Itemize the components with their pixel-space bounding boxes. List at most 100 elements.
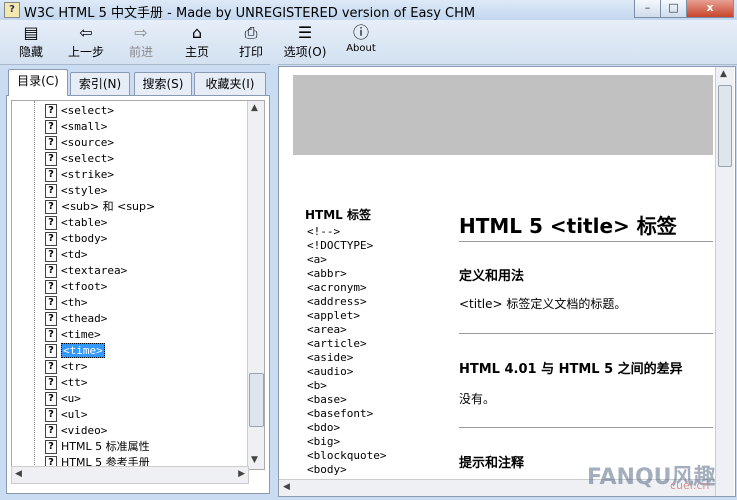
sidebar-tag-link[interactable]: <base>: [307, 393, 347, 406]
scroll-right-icon[interactable]: ▶: [238, 469, 245, 479]
sidebar-tag-link[interactable]: <bdo>: [307, 421, 340, 434]
home-label: 主页: [184, 45, 209, 59]
tab-contents[interactable]: 目录(C): [8, 69, 68, 96]
tree-item[interactable]: ? <tt>: [45, 375, 88, 391]
watermark-subtext: cuel.cn: [670, 479, 710, 492]
pane-splitter[interactable]: [270, 64, 278, 500]
tree-item[interactable]: ? <td>: [45, 247, 88, 263]
home-button[interactable]: ⌂ 主页: [180, 23, 214, 63]
help-page-icon: ?: [45, 408, 57, 422]
tree-item-label: <video>: [61, 424, 108, 437]
tree-item[interactable]: ? <small>: [45, 119, 107, 135]
sidebar-tag-link[interactable]: <basefont>: [307, 407, 373, 420]
maximize-button[interactable]: □: [660, 0, 687, 18]
tree-scroll-thumb[interactable]: [249, 373, 264, 427]
print-icon: ⎙: [244, 23, 258, 42]
sidebar-tag-link[interactable]: <body>: [307, 463, 347, 476]
tree-item[interactable]: ? <tfoot>: [45, 279, 107, 295]
help-page-icon: ?: [45, 104, 57, 118]
divider: [459, 241, 713, 242]
tree-item-label: <textarea>: [61, 264, 128, 277]
close-button[interactable]: x: [686, 0, 734, 18]
tree-item-label: <sub> 和 <sup>: [61, 200, 156, 213]
back-button[interactable]: ⇦ 上一步: [64, 23, 108, 63]
sidebar-tag-link[interactable]: <applet>: [307, 309, 360, 322]
window-title: W3C HTML 5 中文手册 - Made by UNREGISTERED v…: [24, 6, 476, 21]
tree-item-label: <tfoot>: [61, 280, 108, 293]
scroll-up-icon[interactable]: ▲: [720, 69, 727, 79]
section-definition-title: 定义和用法: [459, 269, 525, 284]
tab-favorites[interactable]: 收藏夹(I): [194, 72, 266, 95]
tree-item[interactable]: ? <style>: [45, 183, 107, 199]
sidebar-tag-link[interactable]: <aside>: [307, 351, 353, 364]
tree-item[interactable]: ? <source>: [45, 135, 114, 151]
help-page-icon: ?: [45, 168, 57, 182]
section-differences-text: 没有。: [459, 392, 496, 406]
tree-item[interactable]: ? <ul>: [45, 407, 88, 423]
scroll-down-icon[interactable]: ▼: [251, 455, 258, 465]
tree-item[interactable]: ? HTML 5 标准属性: [45, 439, 150, 455]
tree-item-label: <th>: [61, 296, 88, 309]
sidebar-tag-link[interactable]: <blockquote>: [307, 449, 386, 462]
scroll-up-icon[interactable]: ▲: [251, 103, 258, 113]
sidebar-tag-link[interactable]: <!-->: [307, 225, 340, 238]
tree-vertical-scrollbar[interactable]: ▲ ▼: [247, 101, 264, 469]
tree-item[interactable]: ? <video>: [45, 423, 107, 439]
help-page-icon: ?: [45, 424, 57, 438]
tree-item[interactable]: ? <sub> 和 <sup>: [45, 199, 155, 215]
tree-item[interactable]: ? <th>: [45, 295, 88, 311]
content-vertical-scrollbar[interactable]: ▲: [715, 67, 734, 496]
tab-index[interactable]: 索引(N): [70, 72, 130, 95]
help-page-icon: ?: [45, 120, 57, 134]
about-button[interactable]: ⓘ About: [342, 23, 380, 63]
sidebar-tag-link[interactable]: <address>: [307, 295, 367, 308]
tree-item[interactable]: ? <select>: [45, 103, 114, 119]
options-button[interactable]: ☰ 选项(O): [282, 23, 328, 63]
tree-item-label: <time>: [61, 343, 105, 358]
tree-horizontal-scrollbar[interactable]: ◀ ▶: [11, 466, 249, 484]
tree-item[interactable]: ? <strike>: [45, 167, 114, 183]
tree-item[interactable]: ? <textarea>: [45, 263, 127, 279]
tree-item-label: HTML 5 标准属性: [61, 440, 150, 453]
help-page-icon: ?: [45, 376, 57, 390]
help-page-icon: ?: [45, 344, 57, 358]
forward-arrow-icon: ⇨: [134, 23, 148, 42]
tree-item[interactable]: ? <time>: [45, 327, 101, 343]
tree-item[interactable]: ? <select>: [45, 151, 114, 167]
section-tips-title: 提示和注释: [459, 456, 525, 471]
navigation-pane: 目录(C) 索引(N) 搜索(S) 收藏夹(I) ? <select>? <smal…: [6, 68, 270, 494]
content-pane: HTML 标签 <!--> <!DOCTYPE> <a> <abbr> <acronym…: [278, 66, 736, 497]
tree-item[interactable]: ? <u>: [45, 391, 81, 407]
contents-tree[interactable]: ? <select>? <small>? <source>? <select>? <str…: [11, 100, 265, 470]
sidebar-tag-link[interactable]: <article>: [307, 337, 367, 350]
tree-item[interactable]: ? <thead>: [45, 311, 107, 327]
hide-button[interactable]: ▤ 隐藏: [14, 23, 48, 63]
header-banner: [293, 75, 713, 155]
sidebar-tag-link[interactable]: <abbr>: [307, 267, 347, 280]
sidebar-tag-link[interactable]: <area>: [307, 323, 347, 336]
watermark-logo: FANQU风趣 cuel.cn: [575, 455, 737, 500]
help-page-icon: ?: [45, 232, 57, 246]
print-button[interactable]: ⎙ 打印: [234, 23, 268, 63]
sidebar-tag-link[interactable]: <!DOCTYPE>: [307, 239, 373, 252]
sidebar-tag-link[interactable]: <b>: [307, 379, 327, 392]
sidebar-tag-link[interactable]: <audio>: [307, 365, 353, 378]
sidebar-tag-link[interactable]: <a>: [307, 253, 327, 266]
scroll-left-icon[interactable]: ◀: [15, 469, 22, 479]
sidebar-title: HTML 标签: [305, 208, 371, 222]
tab-search[interactable]: 搜索(S): [134, 72, 192, 95]
tree-item[interactable]: ? <tbody>: [45, 231, 107, 247]
tree-item-label: <small>: [61, 120, 108, 133]
tree-item[interactable]: ? <table>: [45, 215, 107, 231]
content-scroll-thumb[interactable]: [718, 85, 732, 167]
tree-item[interactable]: ? <tr>: [45, 359, 88, 375]
sidebar-tag-link[interactable]: <big>: [307, 435, 340, 448]
scroll-left-icon[interactable]: ◀: [283, 482, 290, 492]
help-page-icon: ?: [45, 152, 57, 166]
tree-item[interactable]: ? <time>: [45, 343, 105, 359]
forward-button[interactable]: ⇨ 前进: [124, 23, 158, 63]
help-page-icon: ?: [45, 328, 57, 342]
help-page-icon: ?: [45, 360, 57, 374]
sidebar-tag-link[interactable]: <acronym>: [307, 281, 367, 294]
minimize-button[interactable]: –: [634, 0, 661, 18]
